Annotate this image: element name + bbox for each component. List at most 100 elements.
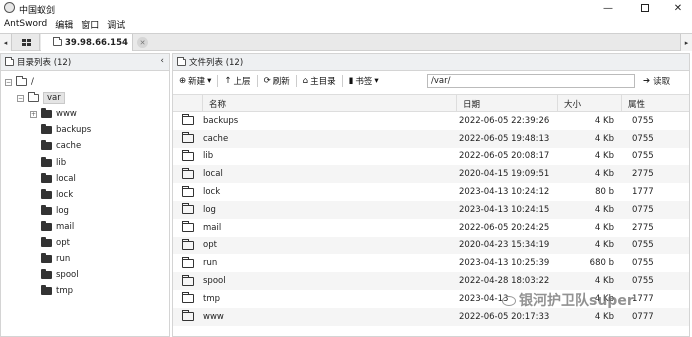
folder-icon xyxy=(53,37,62,46)
tree-node-www[interactable]: + www xyxy=(30,107,77,121)
tree-node-var[interactable]: − var xyxy=(17,91,65,105)
home-dir-button[interactable]: ⌂ 主目录 xyxy=(297,73,342,89)
column-header-name[interactable]: 名称 xyxy=(203,95,457,112)
bookmark-label: 书签 xyxy=(355,77,373,87)
tree-collapse-toggle[interactable]: − xyxy=(5,78,12,86)
menu-debug[interactable]: 调试 xyxy=(107,18,125,31)
file-date-cell: 2022-06-05 19:48:13 xyxy=(459,133,550,144)
file-icon-cell xyxy=(173,148,203,166)
tree-node-run[interactable]: run xyxy=(41,252,70,266)
bookmark-button[interactable]: ▮ 书签 ▾ xyxy=(343,73,385,89)
file-name-cell: www xyxy=(203,311,224,322)
column-header-perm[interactable]: 属性 xyxy=(622,95,689,112)
folder-icon xyxy=(5,56,14,66)
folder-icon xyxy=(182,149,194,161)
tab-scroll-right-button[interactable]: ▸ xyxy=(680,34,692,51)
folder-icon xyxy=(41,157,52,167)
tree-node-log[interactable]: log xyxy=(41,204,69,218)
collapse-panel-button[interactable]: ‹ xyxy=(160,56,164,66)
column-header-size[interactable]: 大小 xyxy=(558,95,622,112)
file-icon-cell xyxy=(173,290,203,308)
tree-node-local[interactable]: local xyxy=(41,172,76,186)
path-input[interactable] xyxy=(427,74,635,88)
directory-panel: 目录列表 (12) ‹ − / − var + www backups cach… xyxy=(0,53,170,337)
file-name-cell: tmp xyxy=(203,293,221,304)
tree-node-mail[interactable]: mail xyxy=(41,220,74,234)
tab-close-button[interactable]: ✕ xyxy=(137,37,148,48)
tree-expand-toggle[interactable]: + xyxy=(30,110,37,118)
tree-node-tmp[interactable]: tmp xyxy=(41,284,73,298)
tree-node-label: cache xyxy=(56,141,82,151)
folder-icon xyxy=(41,205,52,215)
tree-node-opt[interactable]: opt xyxy=(41,236,70,250)
tree-node-lock[interactable]: lock xyxy=(41,188,73,202)
file-name-cell: cache xyxy=(203,133,229,144)
file-perm-cell: 2775 xyxy=(632,169,654,180)
menu-window[interactable]: 窗口 xyxy=(81,18,99,31)
file-icon-cell xyxy=(173,130,203,148)
arrow-up-icon: ↑ xyxy=(224,76,232,86)
watermark: 银河护卫队super xyxy=(502,290,634,310)
file-name-cell: backups xyxy=(203,115,239,126)
column-header-date[interactable]: 日期 xyxy=(457,95,558,112)
menu-bar: AntSword 编辑 窗口 调试 xyxy=(0,17,692,31)
tree-node-lib[interactable]: lib xyxy=(41,156,66,170)
file-perm-cell: 0775 xyxy=(632,204,654,215)
caret-down-icon: ▾ xyxy=(207,76,212,86)
file-date-cell: 2023-04-13 10:24:15 xyxy=(459,204,550,215)
tree-node-spool[interactable]: spool xyxy=(41,268,79,282)
read-path-button[interactable]: ➔ 读取 xyxy=(643,74,670,88)
file-size-cell: 4 Kb xyxy=(594,115,614,126)
tree-node-root[interactable]: − / xyxy=(5,75,34,89)
table-row[interactable]: backups 2022-06-05 22:39:26 4 Kb 0755 xyxy=(173,112,689,130)
wechat-logo-icon xyxy=(502,296,516,306)
menu-antsword[interactable]: AntSword xyxy=(4,19,47,29)
folder-icon xyxy=(182,310,194,322)
table-row[interactable]: opt 2020-04-23 15:34:19 4 Kb 0755 xyxy=(173,236,689,255)
up-level-label: 上层 xyxy=(233,77,251,87)
table-row[interactable]: local 2020-04-15 19:09:51 4 Kb 2775 xyxy=(173,165,689,184)
tree-node-label: var xyxy=(43,92,65,104)
tree-node-cache[interactable]: cache xyxy=(41,139,81,153)
tab-shell-session[interactable]: 39.98.66.154 xyxy=(41,34,133,51)
folder-icon xyxy=(41,253,52,263)
tab-home[interactable] xyxy=(14,34,40,51)
folder-icon xyxy=(177,56,186,66)
folder-icon xyxy=(182,274,194,286)
up-level-button[interactable]: ↑ 上层 xyxy=(218,73,256,89)
file-date-cell: 2022-06-05 20:17:33 xyxy=(459,311,550,322)
maximize-button[interactable] xyxy=(627,0,663,16)
minimize-button[interactable]: — xyxy=(590,0,626,16)
table-row[interactable]: www 2022-06-05 20:17:33 4 Kb 0777 xyxy=(173,307,689,326)
file-name-cell: lib xyxy=(203,151,214,162)
file-size-cell: 680 b xyxy=(589,258,614,269)
file-name-cell: mail xyxy=(203,222,222,233)
table-row[interactable]: lock 2023-04-13 10:24:12 80 b 1777 xyxy=(173,183,689,201)
tree-node-backups[interactable]: backups xyxy=(41,123,91,137)
tree-collapse-toggle[interactable]: − xyxy=(17,94,24,102)
table-row[interactable]: log 2023-04-13 10:24:15 4 Kb 0775 xyxy=(173,200,689,219)
file-icon-cell xyxy=(173,201,203,219)
table-row[interactable]: spool 2022-04-28 18:03:22 4 Kb 0755 xyxy=(173,272,689,290)
caret-down-icon: ▾ xyxy=(374,76,379,86)
new-button[interactable]: ⊕ 新建 ▾ xyxy=(173,73,217,89)
close-window-button[interactable]: ✕ xyxy=(660,0,692,16)
table-row[interactable]: lib 2022-06-05 20:08:17 4 Kb 0755 xyxy=(173,148,689,166)
menu-edit[interactable]: 编辑 xyxy=(55,18,73,31)
table-row[interactable]: mail 2022-06-05 20:24:25 4 Kb 2775 xyxy=(173,219,689,237)
file-perm-cell: 0755 xyxy=(632,240,654,251)
window-title: 中国蚁剑 xyxy=(19,6,56,16)
table-row[interactable]: cache 2022-06-05 19:48:13 4 Kb 0755 xyxy=(173,129,689,148)
tab-scroll-left-button[interactable]: ◂ xyxy=(0,34,12,51)
tree-node-label: lock xyxy=(56,190,74,200)
table-row[interactable]: run 2023-04-13 10:25:39 680 b 0755 xyxy=(173,254,689,272)
file-date-cell: 2022-04-28 18:03:22 xyxy=(459,276,550,287)
file-perm-cell: 0755 xyxy=(632,115,654,126)
folder-icon xyxy=(41,173,52,183)
file-perm-cell: 0777 xyxy=(632,311,654,322)
folder-icon xyxy=(41,221,52,231)
file-size-cell: 4 Kb xyxy=(594,204,614,215)
file-icon-cell xyxy=(173,308,203,326)
refresh-button[interactable]: ⟳ 刷新 xyxy=(258,73,296,89)
file-icon-cell xyxy=(173,237,203,255)
